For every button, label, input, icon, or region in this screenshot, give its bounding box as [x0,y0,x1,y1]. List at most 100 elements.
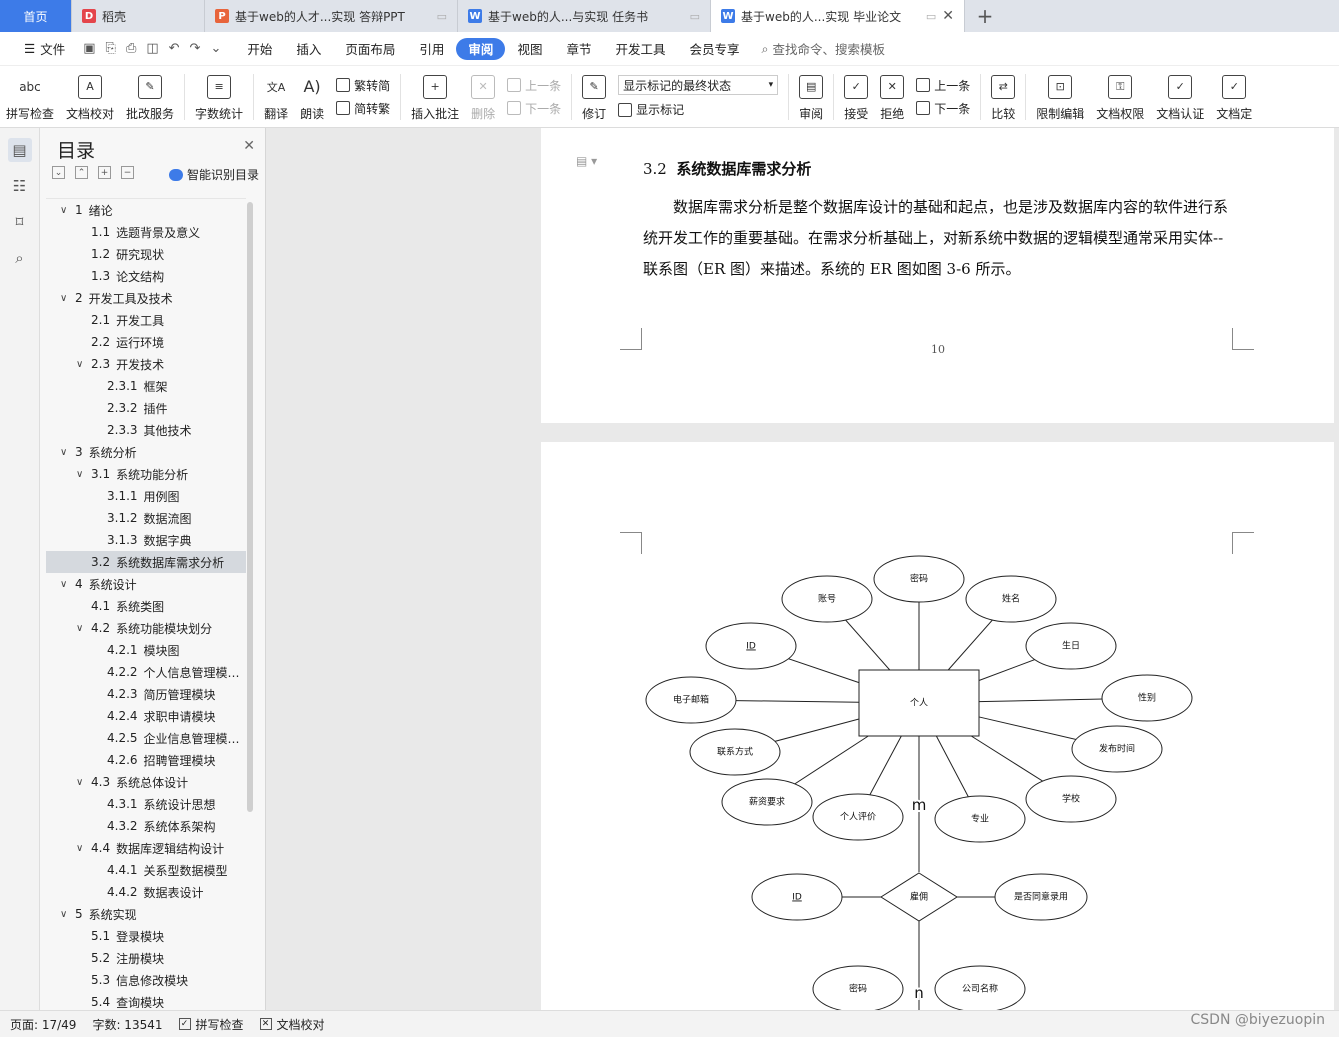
next-revision-button[interactable]: 下一条 [916,100,970,117]
page-indicator[interactable]: 页面: 17/49 [10,1016,76,1033]
toc-item[interactable]: 4.2.2 个人信息管理模… [46,661,246,683]
window-icon[interactable]: ▭ [690,10,700,23]
toc-item[interactable]: 3.1.1 用例图 [46,485,246,507]
toc-item[interactable]: ∨ 4.3 系统总体设计 [46,771,246,793]
read-aloud-button[interactable]: A) 朗读 [294,69,330,125]
print-icon[interactable]: ⎙ [126,41,136,56]
chevron-down-icon[interactable]: ∨ [76,777,91,788]
simp-to-trad-button[interactable]: 简转繁 [336,100,390,117]
prev-comment-button[interactable]: 上一条 [507,77,561,94]
restrict-edit-button[interactable]: ⊡ 限制编辑 [1030,69,1090,125]
menu-devtools[interactable]: 开发工具 [603,38,677,60]
toc-item[interactable]: 1.2 研究现状 [46,243,246,265]
tab-ppt[interactable]: P 基于web的人才...实现 答辩PPT ▭ [205,0,458,32]
chevron-down-icon[interactable]: ⌄ [210,41,221,56]
toc-item[interactable]: 4.2.1 模块图 [46,639,246,661]
toc-item[interactable]: ∨ 2 开发工具及技术 [46,287,246,309]
chevron-down-icon[interactable]: ∨ [76,469,91,480]
close-icon[interactable]: ✕ [942,8,954,24]
doc-finalize-button[interactable]: ✓ 文档定 [1210,69,1258,125]
chevron-down-icon[interactable]: ∨ [76,843,91,854]
toc-item[interactable]: 4.3.2 系统体系架构 [46,815,246,837]
bookmark-icon[interactable]: ⌑ [8,210,32,234]
toc-item[interactable]: ∨ 3.1 系统功能分析 [46,463,246,485]
tab-thesis[interactable]: W 基于web的人...实现 毕业论文 ▭ ✕ [711,0,965,32]
undo-icon[interactable]: ↶ [169,41,180,56]
doc-certify-button[interactable]: ✓ 文档认证 [1150,69,1210,125]
chevron-down-icon[interactable]: ∨ [60,205,75,216]
toc-panel-icon[interactable]: ▤ [7,138,32,162]
toc-item[interactable]: 4.1 系统类图 [46,595,246,617]
menu-view[interactable]: 视图 [505,38,554,60]
delete-comment-button[interactable]: ✕ 删除 [465,69,501,125]
batch-service-button[interactable]: ✎ 批改服务 [120,69,180,125]
chevron-down-icon[interactable]: ∨ [76,359,91,370]
remove-icon[interactable]: − [121,166,134,179]
insert-comment-button[interactable]: + 插入批注 [405,69,465,125]
window-icon[interactable]: ▭ [437,10,447,23]
toc-item[interactable]: ∨ 2.3 开发技术 [46,353,246,375]
toc-item[interactable]: 5.2 注册模块 [46,947,246,969]
toc-item[interactable]: 3.1.3 数据字典 [46,529,246,551]
toc-item[interactable]: 5.1 登录模块 [46,925,246,947]
preview-icon[interactable]: ◫ [146,41,158,56]
toc-item[interactable]: 2.3.2 插件 [46,397,246,419]
toc-item[interactable]: ∨ 5 系统实现 [46,903,246,925]
chevron-down-icon[interactable]: ∨ [60,447,75,458]
toc-item[interactable]: ∨ 4.2 系统功能模块划分 [46,617,246,639]
review-pane-button[interactable]: ▤ 审阅 [793,69,829,125]
toc-item[interactable]: 5.3 信息修改模块 [46,969,246,991]
new-tab-button[interactable]: + [965,0,1005,32]
smart-toc-button[interactable]: 智能识别目录 [168,166,259,183]
tab-docer[interactable]: D 稻壳 [72,0,205,32]
toc-item[interactable]: 3.1.2 数据流图 [46,507,246,529]
toc-item[interactable]: 1.1 选题背景及意义 [46,221,246,243]
toc-item[interactable]: 4.2.4 求职申请模块 [46,705,246,727]
add-icon[interactable]: + [98,166,111,179]
wordcount-button[interactable]: ≡ 字数统计 [189,69,249,125]
spellcheck-button[interactable]: abc 拼写检查 [0,69,60,125]
doc-permission-button[interactable]: ⚿ 文档权限 [1090,69,1150,125]
toc-item[interactable]: 2.3.1 框架 [46,375,246,397]
markup-state-select[interactable]: 显示标记的最终状态 ▾ [618,75,779,95]
toc-item[interactable]: 3.2 系统数据库需求分析 [46,551,246,573]
menu-chapter[interactable]: 章节 [554,38,603,60]
toc-item[interactable]: 4.3.1 系统设计思想 [46,793,246,815]
outline-icon[interactable]: ☷ [8,174,32,198]
toc-item[interactable]: ∨ 4 系统设计 [46,573,246,595]
window-icon[interactable]: ▭ [926,10,936,23]
trad-to-simp-button[interactable]: 繁转简 [336,77,390,94]
chevron-down-icon[interactable]: ∨ [60,293,75,304]
toc-item[interactable]: 4.4.2 数据表设计 [46,881,246,903]
compare-button[interactable]: ⇄ 比较 [985,69,1021,125]
reject-button[interactable]: ✕ 拒绝 [874,69,910,125]
chevron-down-icon[interactable]: ∨ [60,579,75,590]
toc-item[interactable]: 4.2.6 招聘管理模块 [46,749,246,771]
chevron-down-icon[interactable]: ∨ [76,623,91,634]
toc-item[interactable]: 4.2.3 简历管理模块 [46,683,246,705]
save-icon[interactable]: ▣ [83,41,95,56]
toc-item[interactable]: 1.3 论文结构 [46,265,246,287]
menu-review[interactable]: 审阅 [456,37,506,60]
search-icon[interactable]: ⌕ [8,246,32,270]
accept-button[interactable]: ✓ 接受 [838,69,874,125]
toc-item[interactable]: 4.2.5 企业信息管理模… [46,727,246,749]
toc-item[interactable]: 2.3.3 其他技术 [46,419,246,441]
menu-insert[interactable]: 插入 [284,38,333,60]
toc-item[interactable]: ∨ 3 系统分析 [46,441,246,463]
redo-icon[interactable]: ↷ [190,41,201,56]
command-search[interactable]: ⌕ 查找命令、搜索模板 [762,39,886,58]
menu-references[interactable]: 引用 [407,38,456,60]
format-painter-icon[interactable]: ⎘ [106,41,116,56]
toc-item[interactable]: 2.1 开发工具 [46,309,246,331]
word-count[interactable]: 字数: 13541 [92,1016,162,1033]
proofread-status[interactable]: ✕ 文档校对 [259,1016,325,1033]
tab-home[interactable]: 首页 [0,0,72,32]
next-comment-button[interactable]: 下一条 [507,100,561,117]
expand-all-icon[interactable]: ⌄ [52,166,65,179]
chevron-down-icon[interactable]: ∨ [60,909,75,920]
tab-task[interactable]: W 基于web的人...与实现 任务书 ▭ [458,0,711,32]
translate-button[interactable]: 文A 翻译 [258,69,294,125]
collapse-all-icon[interactable]: ⌃ [75,166,88,179]
show-markup-button[interactable]: 显示标记 [618,101,778,118]
